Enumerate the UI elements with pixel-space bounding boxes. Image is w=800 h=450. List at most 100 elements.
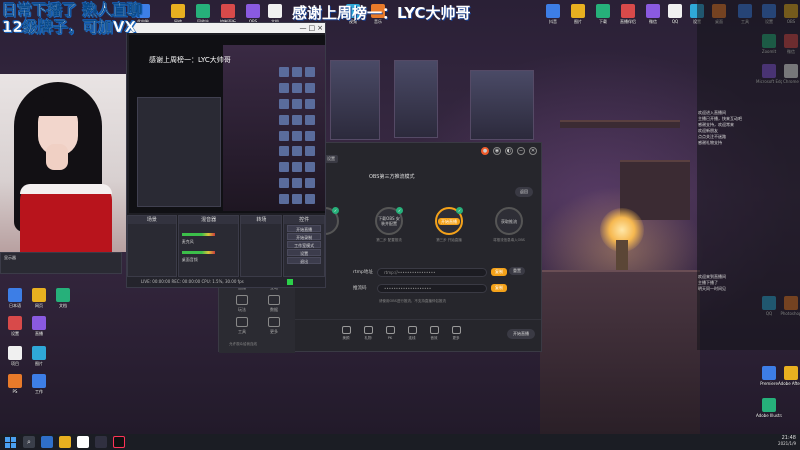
desktop-icon[interactable]: 图片: [565, 4, 591, 24]
desktop-icon[interactable]: Adobe After Effects: [778, 366, 800, 386]
chat-panel: [697, 0, 800, 350]
desktop-icon[interactable]: 直播伴侣: [615, 4, 641, 24]
close-icon[interactable]: ✕: [529, 147, 537, 155]
start-recording-button[interactable]: 开始录制: [287, 233, 321, 240]
wallpaper-window: [330, 60, 380, 140]
tool-label: 音效: [430, 336, 438, 340]
sidebar-item[interactable]: 工具: [227, 317, 257, 335]
stream-step: 获取推流 将推流信息填入OBS: [489, 207, 529, 243]
preview-icon: [292, 146, 302, 157]
desktop-icon[interactable]: 文档: [262, 4, 288, 24]
sidebar-item[interactable]: 数据: [259, 295, 289, 313]
minimize-icon[interactable]: ─: [517, 147, 525, 155]
chat-list: 欢迎进入直播间 主播已开播，快来互动吧 感谢支持，欢迎常来 欢迎新朋友 点点关注…: [698, 110, 772, 146]
mixer-label: 麦克风: [181, 239, 194, 244]
toolbar-tool[interactable]: 更多: [445, 326, 467, 341]
exit-button[interactable]: 退出: [287, 257, 321, 264]
sidebar-item-label: 数据: [270, 307, 278, 312]
desktop-icon[interactable]: 图片: [26, 346, 52, 366]
desktop-icon[interactable]: 文档: [50, 288, 76, 308]
field-input[interactable]: ••••••••••••••••••••: [377, 283, 487, 293]
overlay-line: 12级牌子，可加VX: [2, 18, 137, 36]
desktop-icon[interactable]: Adobe Illustrator: [756, 398, 782, 418]
desktop-icon[interactable]: 工作: [26, 374, 52, 394]
search-icon[interactable]: ⌕: [23, 436, 35, 448]
desktop-icon-label: 下载: [599, 19, 607, 24]
start-streaming-button[interactable]: 开始直播: [287, 225, 321, 232]
desktop-icon[interactable]: 抖音: [540, 4, 566, 24]
obs-scenes-dock: 场景: [127, 215, 177, 277]
preview-icon: [279, 114, 289, 125]
theme-icon[interactable]: ◐: [505, 147, 513, 155]
app-icon: [784, 366, 798, 380]
toolbar-tool[interactable]: 礼物: [357, 326, 379, 341]
chrome-icon[interactable]: [77, 436, 89, 448]
preview-icon: [279, 130, 289, 141]
chat-list-2: 欢迎来到直播间 主播下播了 明天同一时间见: [698, 274, 772, 292]
taskbar: ⌕ 21:48 2021/1/9: [0, 434, 800, 450]
desktop-icon[interactable]: PS: [2, 374, 28, 394]
back-button[interactable]: 返回: [515, 187, 533, 197]
toolbar-tool[interactable]: 连线: [401, 326, 423, 341]
preview-icon: [292, 67, 302, 77]
wallpaper-lamp-base: [616, 240, 628, 270]
sidebar-item-label: 更多: [270, 329, 278, 334]
data-icon: [268, 295, 280, 305]
toolbar-tool[interactable]: 音效: [423, 326, 445, 341]
record-icon[interactable]: ●: [481, 147, 489, 155]
edge-icon[interactable]: [41, 436, 53, 448]
desktop-icon[interactable]: 直播: [26, 316, 52, 336]
maximize-icon[interactable]: □: [309, 24, 316, 32]
desktop-icon[interactable]: 设置: [2, 316, 28, 336]
studio-mode-button[interactable]: 工作室模式: [287, 241, 321, 248]
stream-app-tag[interactable]: 设置: [324, 155, 338, 163]
obs-icon[interactable]: [95, 436, 107, 448]
desktop-icon[interactable]: 下载: [590, 4, 616, 24]
toolbar-tool[interactable]: PK: [379, 326, 401, 340]
file-explorer-icon[interactable]: [59, 436, 71, 448]
app-icon: [8, 346, 22, 360]
step-circle[interactable]: 下载OBS 安装并配置 ✓: [375, 207, 403, 235]
app-icon: [762, 398, 776, 412]
reset-button[interactable]: 重置: [509, 267, 525, 275]
tiktok-icon[interactable]: [113, 436, 125, 448]
settings-button[interactable]: 设置: [287, 249, 321, 256]
check-icon: ✓: [396, 207, 403, 214]
tool-icon: [236, 317, 248, 327]
minimize-icon[interactable]: —: [300, 24, 307, 32]
copy-button[interactable]: 复制: [491, 284, 507, 292]
windows-start-icon[interactable]: [3, 435, 17, 449]
obs-preview[interactable]: 感谢上周榜一：LYC大帅哥: [129, 35, 325, 213]
desktop-icon[interactable]: 控制面板: [215, 4, 241, 24]
skin-icon[interactable]: ◉: [493, 147, 501, 155]
app-icon: [8, 288, 22, 302]
desktop-icon[interactable]: 项目: [2, 346, 28, 366]
webcam-person-bangs: [34, 96, 82, 116]
step-circle[interactable]: 获取推流: [495, 207, 523, 235]
step-label: 获取推流: [501, 218, 517, 224]
close-icon[interactable]: ×: [317, 24, 323, 32]
copy-button[interactable]: 复制: [491, 268, 507, 276]
volume-meter[interactable]: [181, 233, 216, 236]
tool-label: 美颜: [342, 336, 350, 340]
desktop-icon[interactable]: 日本语: [2, 288, 28, 308]
sidebar-item[interactable]: 更多: [259, 317, 289, 335]
start-live-button[interactable]: 开始直播: [507, 329, 535, 339]
step-circle[interactable]: 开始直播 ✓: [435, 207, 463, 235]
clock[interactable]: 21:48 2021/1/9: [778, 436, 796, 447]
obs-window[interactable]: — □ × 感谢上周榜一：LYC大帅哥 场景 混音器 麦克风 桌面音频 转场 控: [126, 22, 326, 288]
sidebar-item[interactable]: 玩法: [227, 295, 257, 313]
volume-meter[interactable]: [181, 251, 216, 254]
mixer-row: 桌面音频: [181, 246, 236, 262]
step-desc: 第二步 配置推流: [376, 238, 402, 242]
app-icon: [32, 374, 46, 388]
desktop-icon[interactable]: 网页: [26, 288, 52, 308]
desktop-icon-label: 直播伴侣: [620, 19, 636, 24]
desktop-icon-label: 图片: [574, 19, 582, 24]
more-icon: [268, 317, 280, 327]
scene-source-panel[interactable]: 显示器: [0, 252, 122, 274]
check-icon: ✓: [332, 207, 339, 214]
toolbar-tool[interactable]: 美颜: [335, 326, 357, 341]
field-input[interactable]: rtmp://••••••••••••••••: [377, 267, 487, 277]
step-label: 下载OBS 安装并配置: [378, 216, 400, 226]
